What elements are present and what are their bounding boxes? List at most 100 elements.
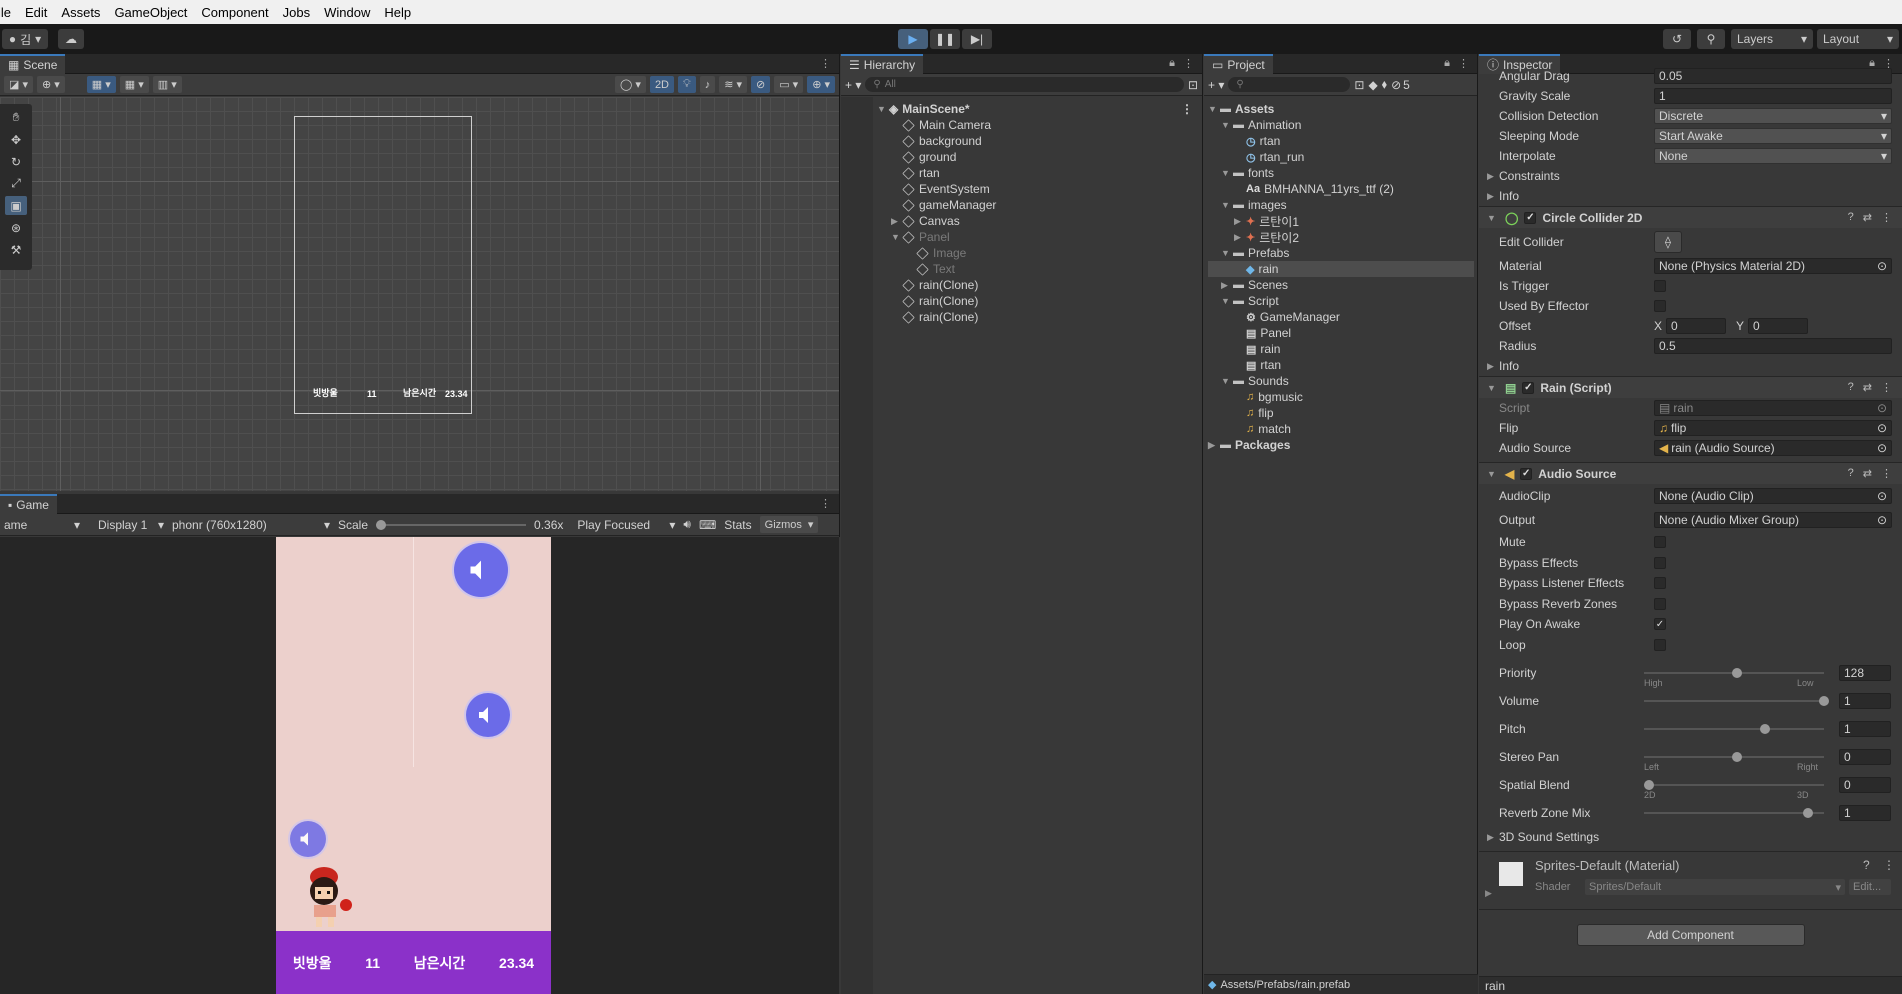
layout-dropdown[interactable]: Layout ▾: [1817, 29, 1899, 49]
hierarchy-item[interactable]: ▶ Canvas: [877, 213, 1197, 229]
hierarchy-item[interactable]: Image: [877, 245, 1197, 261]
project-item[interactable]: ▶ ✦ 르탄이1: [1208, 213, 1474, 229]
audio-slider-value[interactable]: 0: [1839, 749, 1891, 765]
preset-icon[interactable]: ⇄: [1863, 211, 1872, 224]
hierarchy-item[interactable]: rain(Clone): [877, 309, 1197, 325]
collision-dropdown[interactable]: Discrete ▾: [1654, 108, 1892, 124]
gravity-field[interactable]: 1: [1654, 88, 1892, 104]
audio-toggle-checkbox[interactable]: [1654, 556, 1666, 569]
audio-slider-knob[interactable]: [1803, 808, 1814, 818]
hierarchy-item[interactable]: Text: [877, 261, 1197, 277]
rain-script-header[interactable]: ▼ ▤ ✓ Rain (Script) ? ⇄ ⋮: [1479, 376, 1902, 398]
gizmos-dropdown[interactable]: Gizmos ▾: [759, 516, 819, 533]
help-icon[interactable]: ?: [1848, 467, 1854, 480]
circle-collider-header[interactable]: ▼ ◯ ✓ Circle Collider 2D ? ⇄ ⋮: [1479, 206, 1902, 228]
expand-arrow-icon[interactable]: ▼: [1221, 376, 1233, 386]
project-item[interactable]: ▤ rain: [1208, 341, 1474, 357]
more-icon[interactable]: ⋮: [1881, 211, 1892, 224]
more-icon[interactable]: ⋮: [1881, 467, 1892, 480]
object-picker-icon[interactable]: ⊙: [1877, 441, 1887, 455]
expand-arrow-icon[interactable]: ▼: [1221, 168, 1233, 178]
search-type-icon[interactable]: ⊡: [1354, 78, 1364, 92]
object-picker-icon[interactable]: ⊙: [1877, 259, 1887, 273]
hand-tool[interactable]: ✋︎: [5, 108, 27, 127]
pause-button[interactable]: ❚❚: [930, 29, 960, 49]
project-item[interactable]: ▤ rtan: [1208, 357, 1474, 373]
expand-arrow-icon[interactable]: ▼: [1221, 120, 1233, 130]
hierarchy-item[interactable]: gameManager: [877, 197, 1197, 213]
filter-icon[interactable]: ⊡: [1188, 78, 1198, 92]
game-screen[interactable]: 빗방울 11 남은시간 23.34: [276, 537, 551, 994]
snap-increment-button[interactable]: ▦ ▾: [119, 76, 149, 93]
audio-slider-knob[interactable]: [1731, 752, 1742, 762]
tag-icon[interactable]: ⬧: [1382, 77, 1387, 92]
transform-tool[interactable]: ⊛: [5, 218, 27, 237]
audio-slider-knob[interactable]: [1759, 724, 1770, 734]
menu-jobs[interactable]: Jobs: [276, 5, 317, 20]
help-icon[interactable]: ?: [1863, 858, 1870, 872]
trigger-checkbox[interactable]: [1654, 280, 1666, 292]
audio-slider-knob[interactable]: [1644, 780, 1654, 790]
create-button[interactable]: + ▾: [845, 78, 861, 92]
audio-toggle-checkbox[interactable]: [1654, 597, 1666, 610]
radius-field[interactable]: 0.5: [1654, 338, 1892, 354]
hierarchy-item[interactable]: ▼ Panel: [877, 229, 1197, 245]
shader-dropdown[interactable]: Sprites/Default ▾: [1585, 879, 1845, 895]
account-button[interactable]: ● 김 ▾: [2, 29, 48, 49]
search-button[interactable]: ⚲: [1697, 29, 1725, 49]
audio-source-header[interactable]: ▼ ◀ ✓ Audio Source ? ⇄ ⋮: [1479, 462, 1902, 484]
gizmos-button[interactable]: ⊕ ▾: [807, 76, 835, 93]
add-component-button[interactable]: Add Component: [1576, 924, 1805, 946]
effector-checkbox[interactable]: [1654, 300, 1666, 312]
menu-help[interactable]: Help: [377, 5, 418, 20]
label-filter-icon[interactable]: ◆: [1368, 78, 1377, 92]
global-button[interactable]: ⊕ ▾: [36, 76, 65, 93]
audio-toggle-checkbox[interactable]: [1654, 638, 1666, 651]
menu-gameobject[interactable]: GameObject: [107, 5, 194, 20]
step-button[interactable]: ▶|: [962, 29, 992, 49]
audio-slider-value[interactable]: 1: [1839, 805, 1891, 821]
scale-slider[interactable]: [376, 519, 527, 530]
audio-enabled-checkbox[interactable]: ✓: [1520, 467, 1533, 480]
project-item[interactable]: ▶ ✦ 르탄이2: [1208, 229, 1474, 245]
scene-root[interactable]: ▼ ◈ MainScene* ⋮: [877, 101, 1197, 117]
project-item[interactable]: Aa BMHANNA_11yrs_ttf (2): [1208, 181, 1474, 197]
play-button[interactable]: ▶: [898, 29, 928, 49]
expand-arrow-icon[interactable]: ▶: [1485, 888, 1492, 899]
audio-slider-value[interactable]: 0: [1839, 777, 1891, 793]
output-field[interactable]: None (Audio Mixer Group) ⊙: [1654, 512, 1892, 528]
help-icon[interactable]: ?: [1848, 381, 1854, 394]
ruler-button[interactable]: ▥ ▾: [152, 76, 182, 93]
constraints-foldout[interactable]: ▶ Constraints: [1479, 166, 1902, 186]
lock-icon[interactable]: 🔒︎: [1444, 57, 1450, 70]
shading-button[interactable]: ◯ ▾: [615, 76, 646, 93]
tab-hierarchy[interactable]: ☰ Hierarchy: [841, 53, 924, 74]
object-picker-icon[interactable]: ⊙: [1877, 421, 1887, 435]
display-dropdown[interactable]: Display 1 ▾: [88, 518, 164, 532]
expand-arrow-icon[interactable]: ▼: [1221, 248, 1233, 258]
more-icon[interactable]: ⋮: [1183, 57, 1194, 70]
collider-info-foldout[interactable]: ▶ Info: [1479, 356, 1902, 376]
audio-toggle[interactable]: ♪: [699, 76, 716, 93]
expand-arrow-icon[interactable]: ▼: [1208, 104, 1220, 114]
keyboard-icon[interactable]: ⌨: [699, 518, 716, 532]
offset-x-field[interactable]: 0: [1666, 318, 1727, 334]
visibility-toggle[interactable]: ⊘: [751, 76, 771, 93]
audio-slider-knob[interactable]: [1731, 668, 1742, 678]
mute-audio-icon[interactable]: 🔊︎: [683, 517, 691, 532]
tab-scene[interactable]: ▦ Scene: [0, 53, 66, 74]
audio-slider-value[interactable]: 128: [1839, 665, 1891, 681]
shader-edit-button[interactable]: Edit...: [1849, 879, 1891, 895]
audio-toggle-checkbox[interactable]: ✓: [1654, 618, 1666, 631]
rotate-tool[interactable]: ↻: [5, 152, 27, 171]
audio-slider-knob[interactable]: [1819, 696, 1829, 706]
history-button[interactable]: ↺: [1663, 29, 1691, 49]
menu-component[interactable]: Component: [194, 5, 275, 20]
more-icon[interactable]: ⋮: [1883, 858, 1895, 872]
audio-slider-track[interactable]: [1644, 700, 1824, 702]
project-item[interactable]: ▶ ▬ Scenes: [1208, 277, 1474, 293]
rect-tool[interactable]: ▣: [5, 196, 27, 215]
project-item[interactable]: ▼ ▬ Sounds: [1208, 373, 1474, 389]
expand-arrow-icon[interactable]: ▶: [1221, 280, 1233, 291]
menu-edit[interactable]: Edit: [18, 5, 54, 20]
